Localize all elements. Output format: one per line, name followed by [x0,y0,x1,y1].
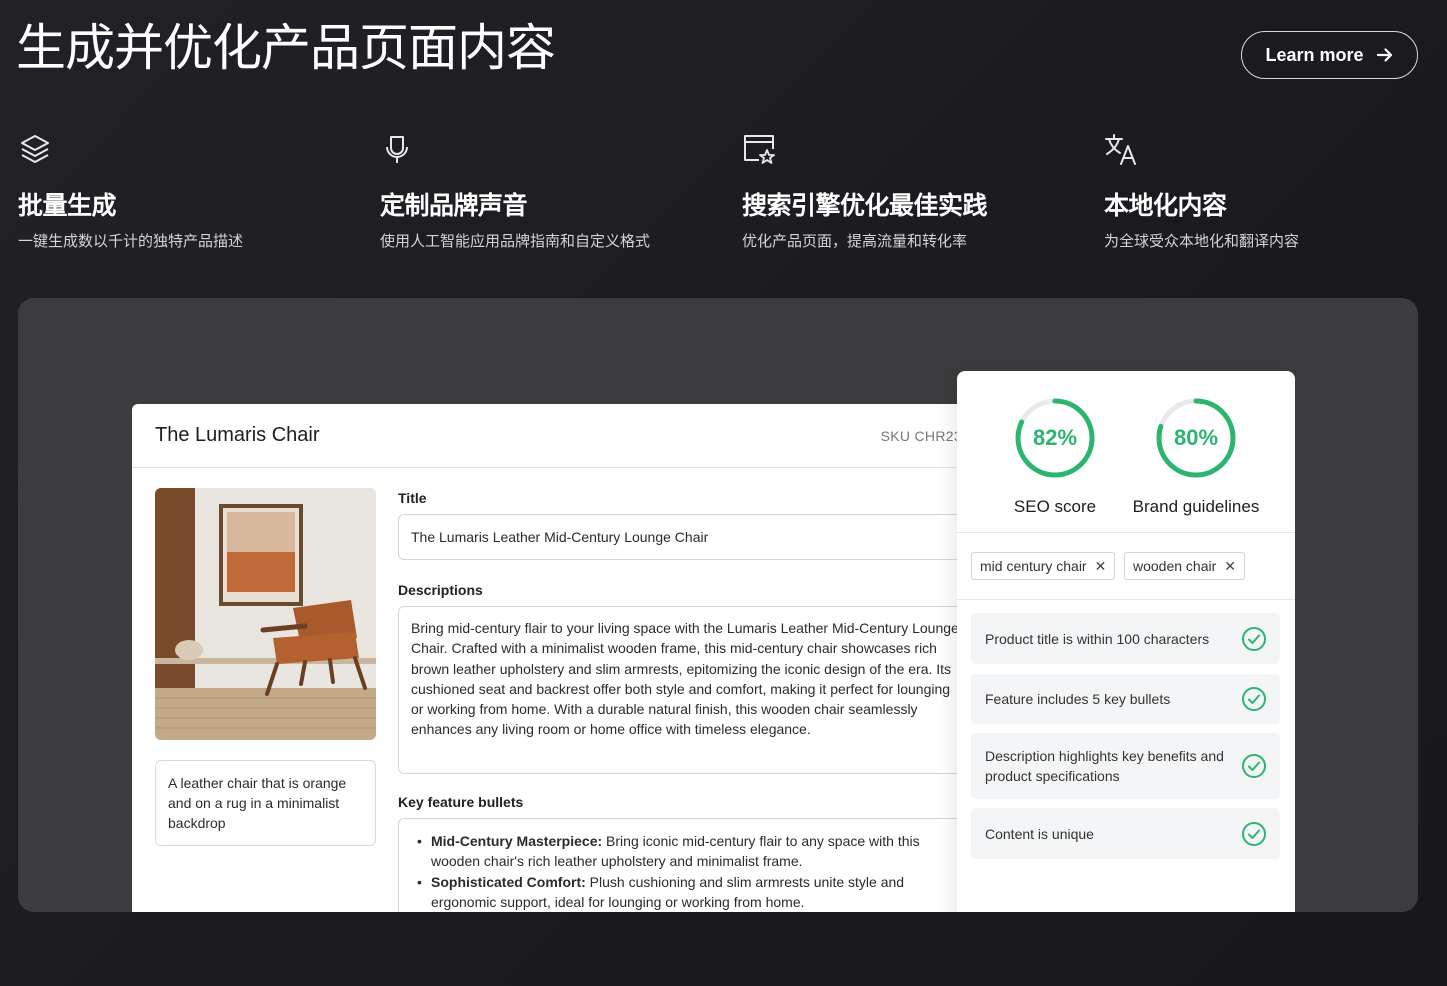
check-circle-icon [1242,821,1266,846]
list-item: Sophisticated Comfort: Plush cushioning … [411,872,962,912]
description-field[interactable]: Bring mid-century flair to your living s… [398,606,962,774]
chair-photo [155,488,376,740]
checklist-item: Product title is within 100 characters [971,613,1280,664]
checklist-text: Content is unique [985,825,1094,842]
feature-desc: 一键生成数以千计的独特产品描述 [18,232,244,250]
feature-item: 批量生成 一键生成数以千计的独特产品描述 [18,132,358,251]
feature-item: 本地化内容 为全球受众本地化和翻译内容 [1104,132,1444,251]
feature-title: 搜索引擎优化最佳实践 [742,191,988,220]
checklist-item: Content is unique [971,808,1280,859]
divider [957,532,1295,533]
layers-icon [21,135,49,163]
product-image [155,488,376,740]
page-title: 生成并优化产品页面内容 [16,19,556,77]
checklist-text: Feature includes 5 key bullets [985,691,1171,707]
image-alt-text[interactable]: A leather chair that is orange and on a … [155,760,376,846]
close-icon[interactable]: ✕ [1095,558,1107,575]
product-card: The Lumaris Chair SKU CHR234 A leather c… [132,404,962,912]
keyword-tag: mid century chair ✕ [971,552,1116,580]
keyword-tag: wooden chair ✕ [1124,552,1246,580]
microphone-icon [386,136,408,163]
feature-item: 搜索引擎优化最佳实践 优化产品页面，提高流量和转化率 [742,132,1082,251]
feature-desc: 为全球受众本地化和翻译内容 [1104,232,1300,250]
close-icon[interactable]: ✕ [1224,558,1236,575]
check-circle-icon [1242,687,1266,711]
checklist-item: Description highlights key benefits and … [971,733,1280,799]
tag-label: wooden chair [1133,558,1217,574]
demo-panel: The Lumaris Chair SKU CHR234 A leather c… [18,298,1418,912]
description-label: Descriptions [398,582,483,598]
bullet-heading: Mid-Century Masterpiece: [431,833,603,849]
feature-desc: 使用人工智能应用品牌指南和自定义格式 [380,232,651,250]
brand-score-value: 80% [1173,425,1219,450]
checklist-text: Product title is within 100 characters [985,630,1210,647]
checklist-item: Feature includes 5 key bullets [971,674,1280,724]
title-field[interactable]: The Lumaris Leather Mid-Century Lounge C… [398,514,962,560]
feature-item: 定制品牌声音 使用人工智能应用品牌指南和自定义格式 [380,132,720,251]
product-name: The Lumaris Chair [155,424,320,446]
divider [957,599,1295,600]
feature-title: 定制品牌声音 [380,191,528,220]
title-label: Title [398,490,427,506]
learn-more-label: Learn more [1265,44,1364,65]
product-header: The Lumaris Chair SKU CHR234 [132,404,962,468]
feature-desc: 优化产品页面，提高流量和转化率 [742,232,968,250]
seo-score-label: SEO score [1013,497,1097,516]
seo-score-value: 82% [1032,425,1078,450]
learn-more-button[interactable]: Learn more [1241,31,1418,79]
list-item: Mid-Century Masterpiece: Bring iconic mi… [411,831,962,872]
product-sku: SKU CHR234 [880,427,962,444]
bullet-heading: Sophisticated Comfort: [431,873,586,890]
translate-icon [1105,134,1136,165]
checklist-text: Description highlights key benefits and … [985,748,1224,784]
bullets-field[interactable]: Mid-Century Masterpiece: Bring iconic mi… [398,818,962,912]
feature-title: 本地化内容 [1104,191,1227,220]
feature-list: 批量生成 一键生成数以千计的独特产品描述 定制品牌声音 使用人工智能应用品牌指南… [18,132,1438,262]
tag-label: mid century chair [980,558,1087,574]
feature-title: 批量生成 [18,191,117,220]
score-card: 82% SEO score 80% Brand guidelines mid c… [957,371,1295,912]
check-circle-icon [1242,754,1266,778]
check-circle-icon [1242,626,1266,651]
bullets-label: Key feature bullets [398,794,524,810]
arrow-right-icon [1376,48,1392,62]
browser-star-icon [744,135,775,164]
brand-score-label: Brand guidelines [1132,497,1260,516]
